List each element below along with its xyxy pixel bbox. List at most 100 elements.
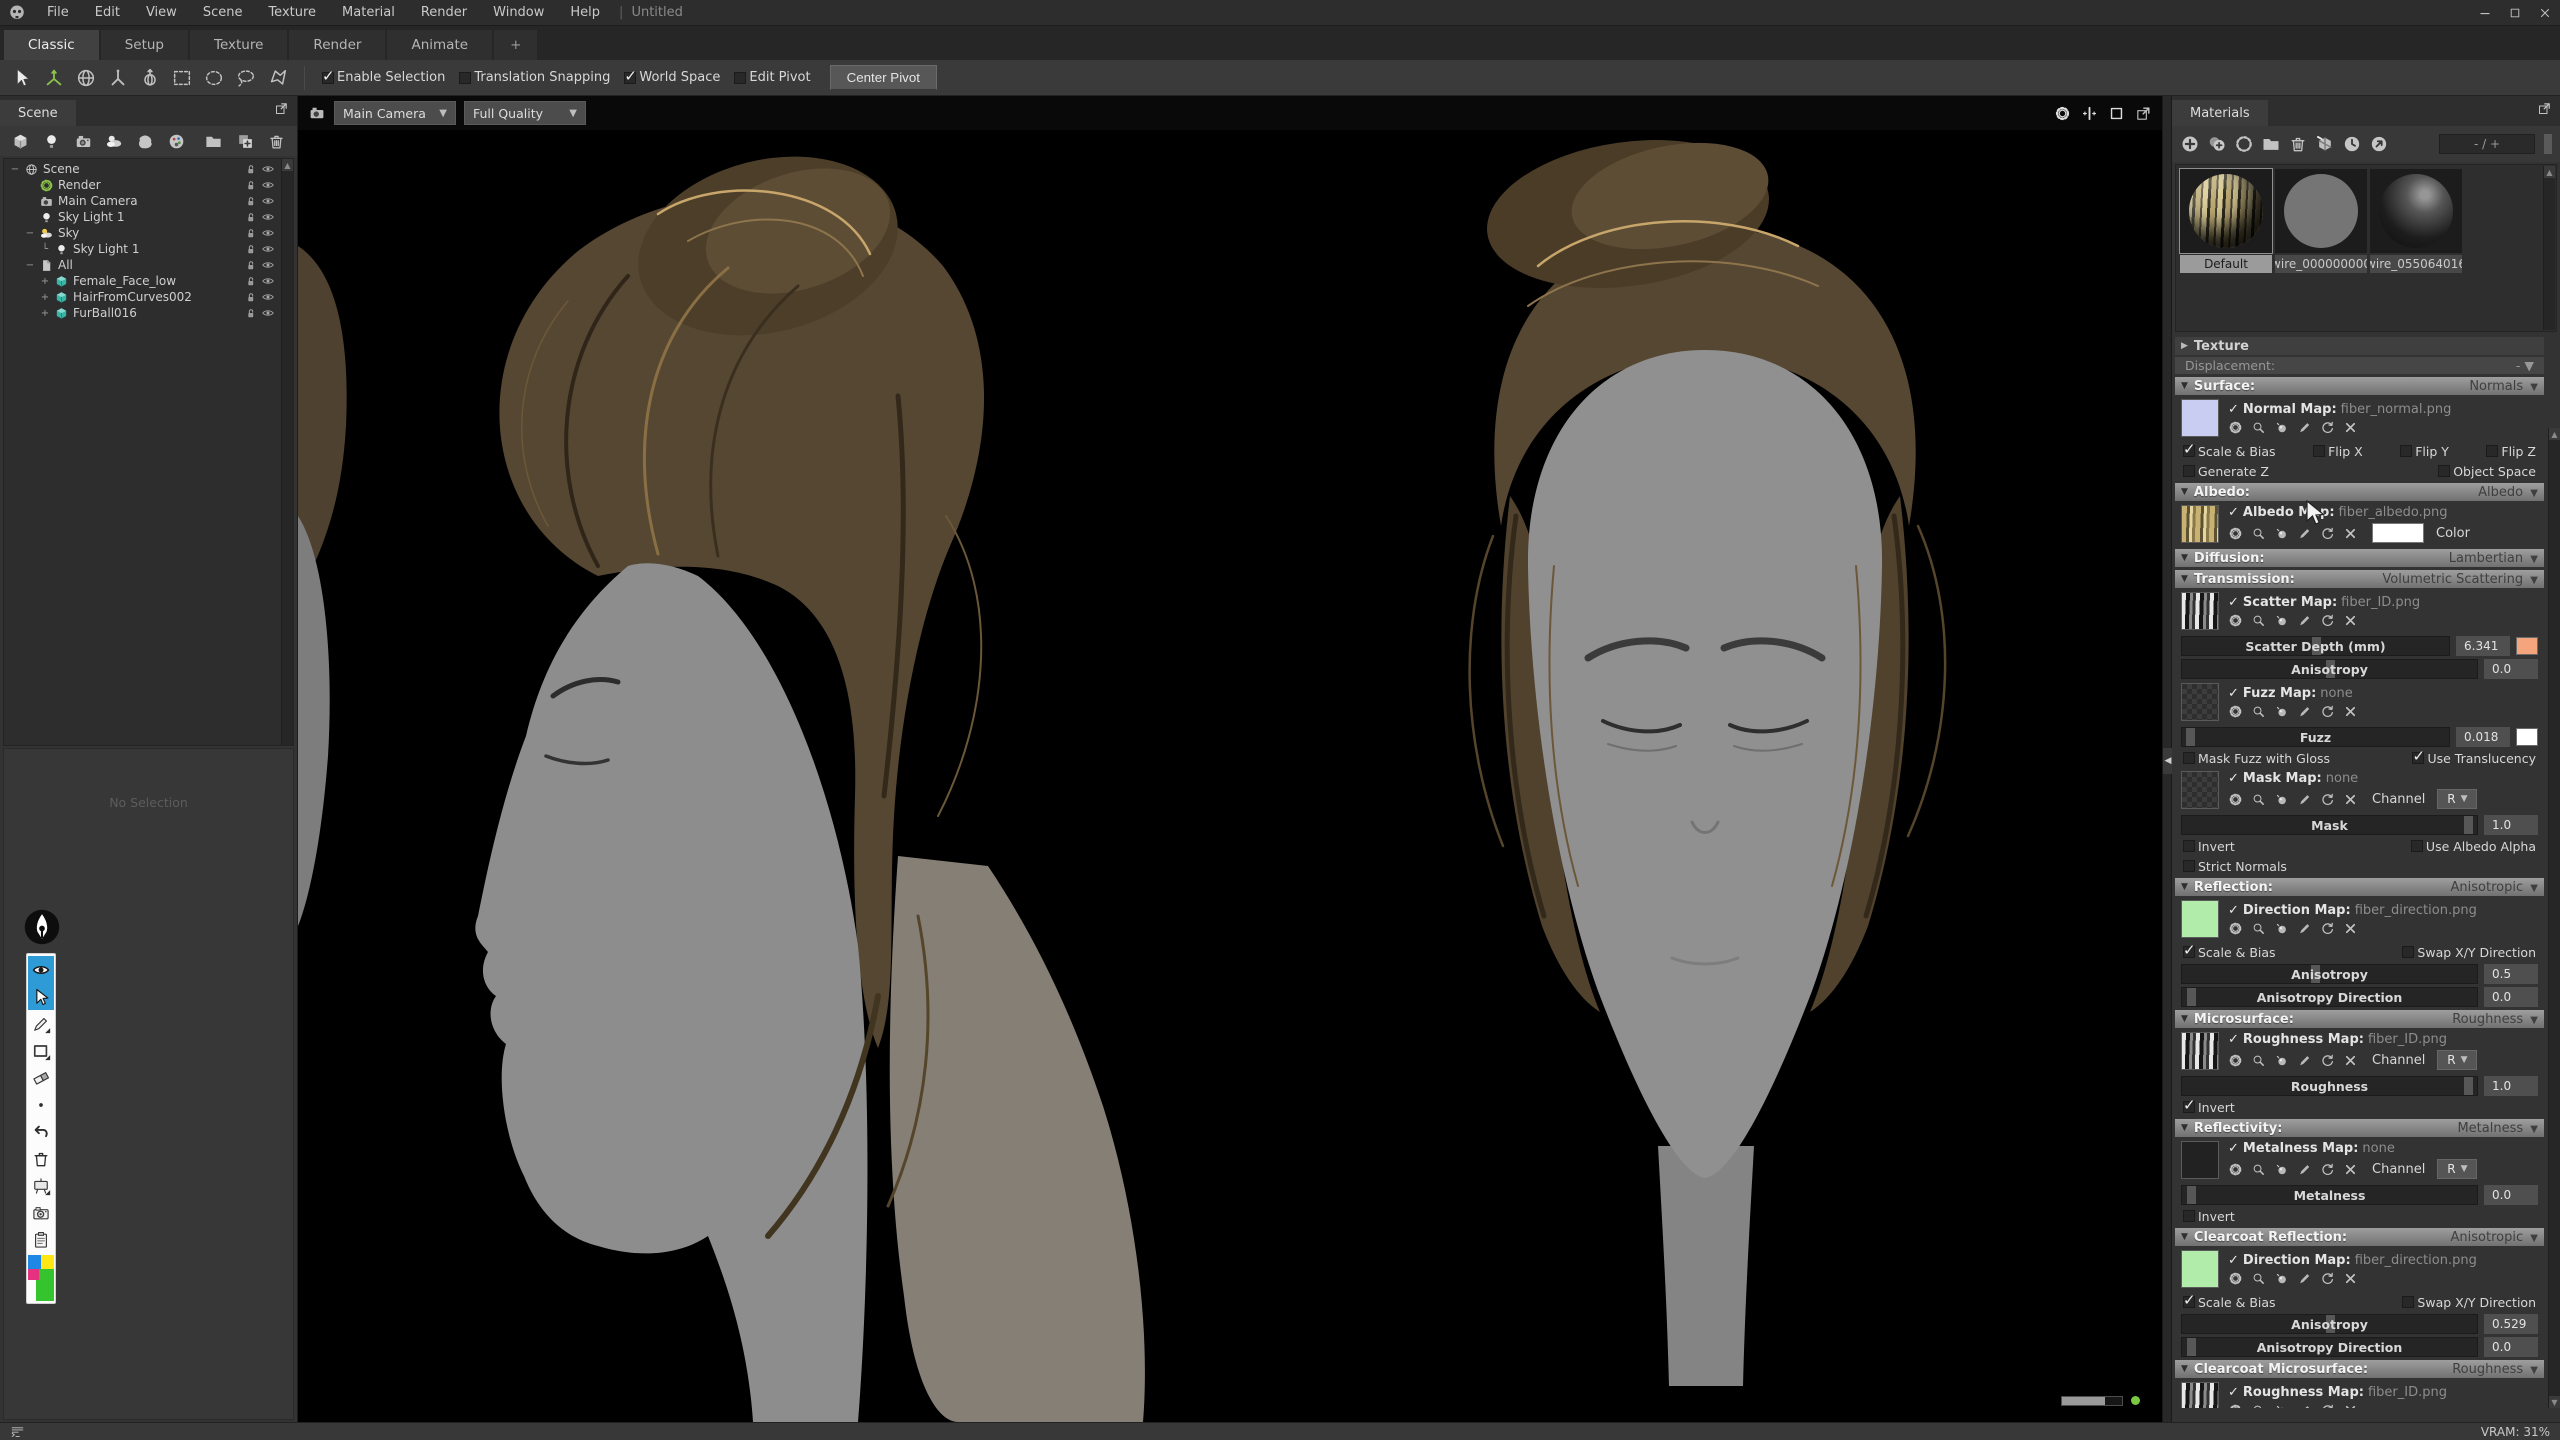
texture-settings-icon[interactable]	[2228, 420, 2243, 435]
map-thumbnail[interactable]	[2181, 683, 2219, 721]
section-header-texture[interactable]: ▶Texture	[2175, 337, 2544, 355]
tree-expander-icon[interactable]: −	[25, 228, 35, 239]
section-mode-select[interactable]: Normals ▼	[2469, 379, 2538, 394]
clipboard-tool-button[interactable]	[28, 1226, 54, 1253]
lock-icon[interactable]	[244, 243, 257, 256]
rectangle-tool-button[interactable]	[28, 1037, 54, 1064]
map-check-icon[interactable]: ✓	[2228, 903, 2239, 918]
menu-edit[interactable]: Edit	[82, 0, 133, 25]
split-view-icon[interactable]	[2081, 105, 2098, 122]
channel-select[interactable]: R▼	[2437, 789, 2477, 809]
tab-classic[interactable]: Classic	[4, 30, 99, 60]
add-sky-button[interactable]	[102, 129, 127, 153]
color-swatch[interactable]	[2372, 523, 2424, 543]
texture-reload-icon[interactable]	[2320, 1162, 2335, 1177]
texture-preview-icon[interactable]	[2274, 792, 2289, 807]
add-object-button[interactable]	[8, 129, 33, 153]
texture-clear-icon[interactable]	[2343, 613, 2358, 628]
scene-popout-icon[interactable]	[274, 101, 289, 116]
tab-render[interactable]: Render	[289, 30, 385, 60]
texture-clear-icon[interactable]	[2343, 1403, 2358, 1409]
tab-animate[interactable]: Animate	[387, 30, 492, 60]
projector-tool-button[interactable]	[28, 1172, 54, 1199]
tree-item-all[interactable]: −All	[6, 257, 279, 273]
tab-texture[interactable]: Texture	[190, 30, 287, 60]
slider-color-swatch[interactable]	[2516, 637, 2538, 655]
slider-handle[interactable]	[2464, 1077, 2473, 1095]
center-pivot-button[interactable]: Center Pivot	[830, 65, 937, 90]
map-check-icon[interactable]: ✓	[2228, 1032, 2239, 1047]
slider-handle[interactable]	[2187, 1186, 2196, 1204]
texture-clear-icon[interactable]	[2343, 1053, 2358, 1068]
texture-reload-icon[interactable]	[2320, 1053, 2335, 1068]
texture-clear-icon[interactable]	[2343, 704, 2358, 719]
tree-expander-icon[interactable]: −	[10, 164, 20, 175]
map-thumbnail[interactable]	[2181, 505, 2219, 543]
slider-track[interactable]: Roughness	[2181, 1076, 2478, 1096]
tree-expander-icon[interactable]: +	[40, 276, 50, 287]
texture-edit-icon[interactable]	[2297, 1162, 2312, 1177]
map-check-icon[interactable]: ✓	[2228, 686, 2239, 701]
section-header-microsurface[interactable]: ▼Microsurface:Roughness ▼	[2175, 1010, 2544, 1028]
eraser-tool-button[interactable]	[28, 1064, 54, 1091]
map-thumbnail[interactable]	[2181, 1032, 2219, 1070]
map-thumbnail[interactable]	[2181, 1250, 2219, 1288]
minimize-button[interactable]	[2470, 0, 2500, 26]
lock-icon[interactable]	[244, 259, 257, 272]
texture-edit-icon[interactable]	[2297, 1053, 2312, 1068]
section-header-transmission[interactable]: ▼Transmission:Volumetric Scattering ▼	[2175, 570, 2544, 588]
texture-zoom-icon[interactable]	[2251, 613, 2266, 628]
section-mode-select[interactable]: Volumetric Scattering ▼	[2382, 572, 2538, 587]
slider-color-swatch[interactable]	[2516, 728, 2538, 746]
texture-preview-icon[interactable]	[2274, 1403, 2289, 1409]
slider-value-field[interactable]: 0.0	[2484, 987, 2538, 1007]
slider-handle[interactable]	[2186, 728, 2195, 746]
tree-item-scene[interactable]: −Scene	[6, 161, 279, 177]
texture-edit-icon[interactable]	[2297, 420, 2312, 435]
delete-button[interactable]	[264, 129, 289, 153]
checkbox-strict-normals[interactable]: Strict Normals	[2183, 859, 2287, 874]
sphere-preview-button[interactable]	[2234, 134, 2254, 154]
texture-preview-icon[interactable]	[2274, 921, 2289, 936]
slider-handle[interactable]	[2187, 988, 2196, 1006]
panel-splitter[interactable]: ◀	[2162, 96, 2172, 1422]
materials-popout-icon[interactable]	[2537, 101, 2552, 116]
eye-icon[interactable]	[261, 162, 275, 176]
section-mode-select[interactable]: Roughness ▼	[2452, 1012, 2538, 1027]
texture-clear-icon[interactable]	[2343, 1271, 2358, 1286]
scroll-up-icon[interactable]: ▲	[2549, 428, 2560, 440]
material-default[interactable]: Default	[2180, 169, 2272, 273]
eye-icon[interactable]	[261, 226, 275, 240]
menu-scene[interactable]: Scene	[190, 0, 256, 25]
add-tab-button[interactable]: +	[494, 30, 537, 60]
duplicate-button[interactable]	[233, 129, 258, 153]
tree-item-furball016[interactable]: +FurBall016	[6, 305, 279, 321]
section-mode-select[interactable]: Metalness ▼	[2457, 1121, 2538, 1136]
swatch-2[interactable]	[28, 1269, 39, 1280]
section-header-reflectivity[interactable]: ▼Reflectivity:Metalness ▼	[2175, 1119, 2544, 1137]
texture-settings-icon[interactable]	[2228, 1403, 2243, 1409]
select-arrow-tool-button[interactable]	[28, 983, 54, 1010]
tree-expander-icon[interactable]: −	[25, 260, 35, 271]
map-check-icon[interactable]: ✓	[2228, 505, 2239, 520]
slider-value-field[interactable]: 6.341	[2456, 636, 2510, 656]
checkbox-scale-bias[interactable]: ✓Scale & Bias	[2183, 1295, 2276, 1310]
checkbox-scale-bias[interactable]: ✓Scale & Bias	[2183, 444, 2276, 459]
section-mode-select[interactable]: Albedo ▼	[2478, 485, 2538, 500]
slider-value-field[interactable]: 1.0	[2484, 1076, 2538, 1096]
map-thumbnail[interactable]	[2181, 771, 2219, 809]
undo-tool-button[interactable]	[28, 1118, 54, 1145]
slider-track[interactable]: Scatter Depth (mm)	[2181, 636, 2450, 656]
tree-item-female-face-low[interactable]: +Female_Face_low	[6, 273, 279, 289]
pivot-tool-button[interactable]	[134, 63, 166, 93]
section-header-diffusion[interactable]: ▼Diffusion:Lambertian ▼	[2175, 549, 2544, 567]
brush-tool-button[interactable]	[28, 1010, 54, 1037]
texture-settings-icon[interactable]	[2228, 1271, 2243, 1286]
checkbox-swap-x-y-direction[interactable]: Swap X/Y Direction	[2402, 945, 2536, 960]
slider-track[interactable]: Anisotropy	[2181, 964, 2478, 984]
channel-select[interactable]: R▼	[2437, 1159, 2477, 1179]
menu-texture[interactable]: Texture	[255, 0, 329, 25]
map-check-icon[interactable]: ✓	[2228, 1385, 2239, 1400]
texture-reload-icon[interactable]	[2320, 1403, 2335, 1409]
polygon-select-tool-button[interactable]	[262, 63, 294, 93]
